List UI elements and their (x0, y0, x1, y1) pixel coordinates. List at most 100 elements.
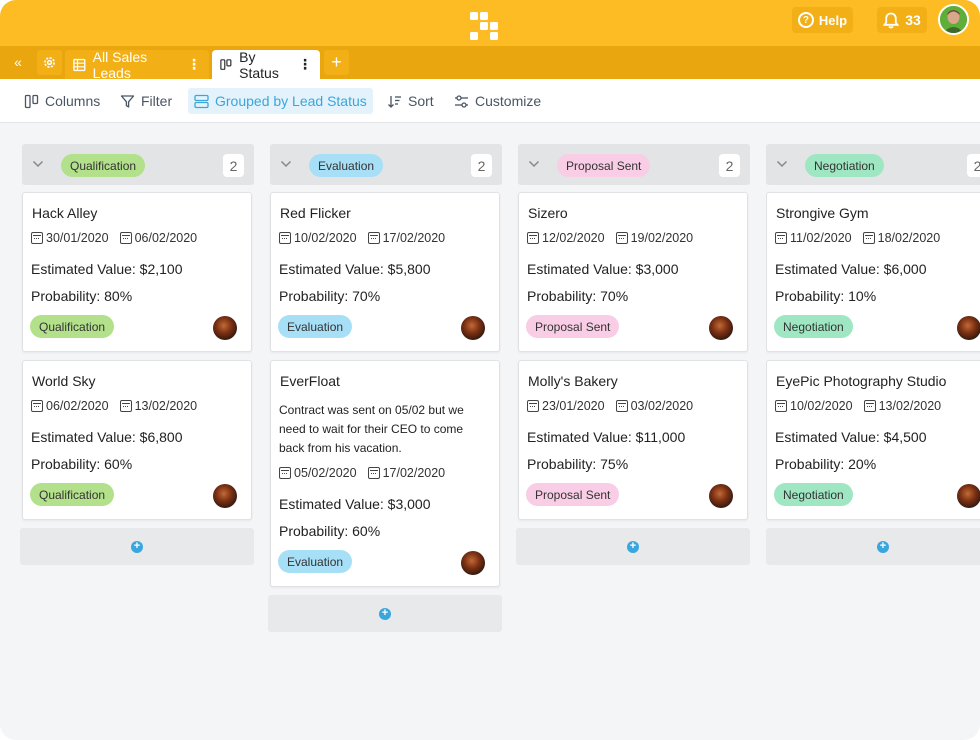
tab-all-sales-leads[interactable]: All Sales Leads ⋮ (65, 48, 209, 81)
calendar-icon (863, 400, 876, 412)
sort-button[interactable]: Sort (381, 88, 440, 114)
sort-label: Sort (408, 93, 434, 109)
end-date: 19/02/2020 (630, 231, 694, 245)
columns-button[interactable]: Columns (18, 88, 106, 114)
avatar (709, 484, 733, 508)
lead-card[interactable]: Strongive Gym 11/02/2020 18/02/2020 Esti… (766, 192, 980, 352)
card-title: Sizero (528, 205, 568, 221)
card-dates: 10/02/2020 17/02/2020 (279, 231, 456, 245)
plus-circle-icon: + (379, 607, 391, 620)
status-badge: Evaluation (278, 315, 353, 338)
view-settings-button[interactable] (37, 50, 62, 75)
start-date: 10/02/2020 (790, 399, 853, 413)
lead-card[interactable]: EverFloat Contract was sent on 05/02 but… (270, 360, 500, 587)
chevron-down-icon[interactable] (280, 158, 292, 170)
plus-circle-icon: + (877, 540, 889, 553)
estimated-value: Estimated Value: $3,000 (279, 496, 431, 512)
add-card-button[interactable]: + (268, 595, 502, 632)
add-card-button[interactable]: + (516, 528, 750, 565)
user-avatar-image (940, 6, 967, 33)
tab-by-status[interactable]: By Status ⋮ (212, 49, 320, 81)
column-count: 2 (471, 154, 492, 177)
help-button[interactable]: ? Help (792, 7, 853, 33)
customize-button[interactable]: Customize (448, 88, 547, 114)
calendar-icon (775, 232, 787, 244)
calendar-icon (527, 232, 539, 244)
sliders-icon (455, 94, 468, 108)
column-header: Qualification 2 (22, 144, 254, 185)
calendar-icon (615, 232, 628, 244)
start-date: 30/01/2020 (46, 231, 109, 245)
lead-card[interactable]: Hack Alley 30/01/2020 06/02/2020 Estimat… (22, 192, 252, 352)
grid-icon (73, 58, 86, 71)
lead-card[interactable]: Red Flicker 10/02/2020 17/02/2020 Estima… (270, 192, 500, 352)
question-icon: ? (797, 12, 814, 28)
card-dates: 23/01/2020 03/02/2020 (527, 399, 704, 413)
calendar-icon (775, 400, 787, 412)
add-card-button[interactable]: + (766, 528, 980, 565)
calendar-icon (527, 400, 539, 412)
card-dates: 06/02/2020 13/02/2020 (31, 399, 208, 413)
sort-icon (388, 95, 401, 108)
end-date: 17/02/2020 (382, 466, 446, 480)
avatar (213, 484, 237, 508)
card-title: EverFloat (280, 373, 340, 389)
estimated-value: Estimated Value: $6,800 (31, 429, 183, 445)
add-view-button[interactable]: + (324, 50, 349, 75)
top-bar: ? Help 33 (0, 0, 980, 46)
bell-icon (883, 12, 900, 28)
avatar (213, 316, 237, 340)
card-dates: 12/02/2020 19/02/2020 (527, 231, 704, 245)
chevron-down-icon[interactable] (776, 158, 788, 170)
lead-card[interactable]: EyePic Photography Studio 10/02/2020 13/… (766, 360, 980, 520)
estimated-value: Estimated Value: $6,000 (775, 261, 927, 277)
lead-card[interactable]: Molly's Bakery 23/01/2020 03/02/2020 Est… (518, 360, 748, 520)
group-by-button[interactable]: Grouped by Lead Status (188, 88, 373, 114)
tab-more-icon[interactable]: ⋮ (187, 56, 201, 73)
start-date: 11/02/2020 (790, 231, 852, 245)
columns-icon (24, 94, 39, 108)
plus-circle-icon: + (131, 540, 143, 553)
tab-label: All Sales Leads (92, 48, 148, 81)
card-title: Hack Alley (32, 205, 98, 221)
lead-card[interactable]: World Sky 06/02/2020 13/02/2020 Estimate… (22, 360, 252, 520)
avatar (709, 316, 733, 340)
calendar-icon (279, 467, 291, 479)
card-title: World Sky (32, 373, 96, 389)
estimated-value: Estimated Value: $5,800 (279, 261, 431, 277)
estimated-value: Estimated Value: $3,000 (527, 261, 679, 277)
end-date: 03/02/2020 (630, 399, 694, 413)
status-badge: Negotiation (774, 483, 853, 506)
calendar-icon (119, 400, 132, 412)
status-badge: Proposal Sent (526, 315, 620, 338)
add-card-button[interactable]: + (20, 528, 254, 565)
start-date: 10/02/2020 (294, 231, 357, 245)
chevron-down-icon[interactable] (528, 158, 540, 170)
user-avatar[interactable] (938, 4, 969, 35)
tab-more-icon[interactable]: ⋮ (298, 56, 312, 73)
column-count: 2 (967, 154, 980, 177)
lead-card[interactable]: Sizero 12/02/2020 19/02/2020 Estimated V… (518, 192, 748, 352)
probability: Probability: 80% (31, 288, 133, 304)
status-badge: Proposal Sent (526, 483, 620, 506)
chevron-down-icon[interactable] (32, 158, 44, 170)
probability: Probability: 10% (775, 288, 877, 304)
probability: Probability: 60% (31, 456, 133, 472)
column-header: Evaluation 2 (270, 144, 502, 185)
collapse-sidebar-icon[interactable]: « (6, 52, 30, 72)
start-date: 06/02/2020 (46, 399, 109, 413)
end-date: 06/02/2020 (134, 231, 198, 245)
filter-button[interactable]: Filter (114, 88, 178, 114)
card-title: EyePic Photography Studio (776, 373, 947, 389)
calendar-icon (367, 232, 380, 244)
start-date: 12/02/2020 (542, 231, 605, 245)
calendar-icon (615, 400, 628, 412)
app-logo-icon[interactable] (469, 11, 499, 41)
notification-count: 33 (905, 12, 921, 28)
estimated-value: Estimated Value: $2,100 (31, 261, 183, 277)
notifications-button[interactable]: 33 (877, 7, 927, 33)
column-status-badge: Qualification (61, 154, 146, 177)
status-badge: Qualification (30, 315, 115, 338)
group-by-label: Grouped by Lead Status (215, 93, 367, 109)
status-badge: Qualification (30, 483, 115, 506)
